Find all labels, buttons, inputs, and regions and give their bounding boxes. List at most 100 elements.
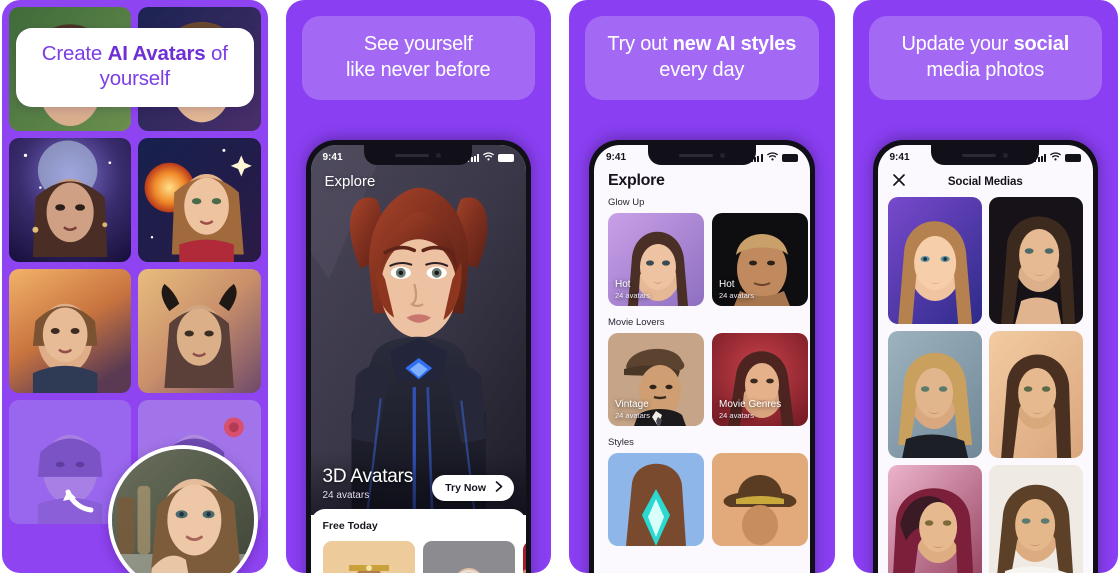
art-portrait-pink-magenta-bg bbox=[887, 465, 982, 573]
avatar-tile[interactable] bbox=[9, 269, 132, 393]
status-time: 9:41 bbox=[322, 152, 343, 163]
card-name: Hot bbox=[615, 279, 631, 290]
sheet-card[interactable] bbox=[422, 541, 515, 573]
section-glow-up: Glow Up Hot 24 avatars Hot 24 avatars bbox=[594, 197, 810, 306]
art-white-hair-grey bbox=[422, 541, 515, 573]
card-meta: Vintage 24 avatars bbox=[615, 399, 650, 420]
headline-part-1: Try out bbox=[607, 33, 673, 55]
status-time: 9:41 bbox=[889, 152, 910, 163]
photo-tile[interactable] bbox=[887, 465, 982, 573]
hero-subtitle: 24 avatars bbox=[322, 490, 370, 501]
avatar-tile[interactable] bbox=[9, 138, 132, 262]
phone-screen: Social Medias 9:41 bbox=[877, 145, 1094, 573]
photo-tile[interactable] bbox=[988, 197, 1083, 324]
earpiece-speaker bbox=[678, 153, 713, 157]
headline-card: Create AI Avatars of yourself bbox=[16, 28, 254, 107]
screen-title: Explore bbox=[608, 172, 665, 189]
headline-line-2: yourself bbox=[99, 67, 170, 91]
wifi-icon bbox=[766, 151, 778, 164]
art-red-clip bbox=[522, 541, 526, 573]
headline-card: See yourself like never before bbox=[301, 16, 535, 100]
card-meta: Hot 24 avatars bbox=[719, 279, 754, 300]
front-camera bbox=[1003, 152, 1009, 158]
curved-up-arrow-icon bbox=[57, 476, 97, 521]
style-card[interactable] bbox=[608, 453, 704, 546]
art-portrait-peach-bg bbox=[988, 331, 1083, 458]
card-count: 24 avatars bbox=[719, 291, 755, 300]
card-name: Hot bbox=[719, 279, 735, 290]
try-now-label: Try Now bbox=[445, 482, 486, 494]
panel-see-yourself: See yourself like never before Explore 3… bbox=[285, 0, 551, 573]
sheet-card[interactable] bbox=[522, 541, 526, 573]
art-blue-fantasy-mask bbox=[608, 453, 704, 546]
style-card[interactable]: Hot 24 avatars bbox=[608, 213, 704, 306]
avatar-art-fire-planet bbox=[138, 138, 261, 262]
earpiece-speaker bbox=[962, 153, 997, 157]
section-styles: Styles bbox=[594, 437, 810, 546]
card-meta: Movie Genres 24 avatars bbox=[719, 399, 781, 420]
headline-text: Try out new AI styles every day bbox=[593, 31, 811, 83]
hero-title: 3D Avatars bbox=[322, 466, 414, 487]
hero-footer: 3D Avatars 24 avatars Try Now bbox=[310, 452, 526, 515]
section-label: Styles bbox=[608, 437, 634, 448]
hero-text-block: 3D Avatars 24 avatars bbox=[323, 466, 414, 501]
avatar-art-moon-fantasy bbox=[9, 138, 132, 262]
headline-text: Update your social media photos bbox=[877, 31, 1095, 83]
headline-text: See yourself like never before bbox=[310, 31, 528, 83]
headline-card: Try out new AI styles every day bbox=[585, 16, 819, 100]
phone-notch bbox=[931, 145, 1040, 165]
style-card[interactable]: Movie Genres 24 avatars bbox=[712, 333, 808, 426]
art-portrait-steel-bg bbox=[887, 331, 982, 458]
card-count: 24 avatars bbox=[615, 411, 651, 420]
art-portrait-blue-violet-bg bbox=[887, 197, 982, 324]
headline-line-2: every day bbox=[659, 59, 745, 81]
battery-icon bbox=[781, 153, 798, 162]
art-portrait-white-bg bbox=[988, 465, 1083, 573]
explore-sections: Glow Up Hot 24 avatars Hot 24 avatars Mo… bbox=[594, 197, 810, 573]
wifi-icon bbox=[483, 151, 494, 164]
nav-title: Social Medias bbox=[947, 176, 1023, 188]
photo-tile[interactable] bbox=[988, 331, 1083, 458]
photo-grid bbox=[878, 197, 1094, 573]
status-icons bbox=[750, 151, 798, 164]
photo-tile[interactable] bbox=[887, 331, 982, 458]
status-icons bbox=[467, 151, 514, 164]
wifi-icon bbox=[1050, 151, 1061, 164]
earpiece-speaker bbox=[395, 153, 430, 157]
headline-part-1: Update your bbox=[901, 33, 1014, 55]
chevron-right-icon bbox=[495, 481, 504, 495]
status-time: 9:41 bbox=[606, 152, 627, 163]
headline-emphasis: AI Avatars bbox=[107, 42, 206, 65]
nav-bar: Social Medias bbox=[878, 167, 1094, 197]
sheet-card[interactable] bbox=[322, 541, 415, 573]
card-count: 24 avatars bbox=[719, 411, 755, 420]
style-card[interactable]: Vintage 24 avatars bbox=[608, 333, 704, 426]
avatar-tile[interactable] bbox=[138, 138, 261, 262]
photo-tile[interactable] bbox=[887, 197, 982, 324]
card-name: Movie Genres bbox=[719, 399, 782, 410]
try-now-button[interactable]: Try Now bbox=[432, 475, 514, 501]
featured-hero-card[interactable]: Explore 3D Avatars 24 avatars Try Now bbox=[310, 145, 526, 515]
phone-mockup: Explore Glow Up Hot 24 avatars Hot 24 av… bbox=[589, 140, 815, 573]
card-count: 24 avatars bbox=[615, 291, 651, 300]
style-card[interactable]: Hot 24 avatars bbox=[712, 213, 808, 306]
panel-new-ai-styles: Try out new AI styles every day Explore G… bbox=[569, 0, 835, 573]
phone-screen: Explore Glow Up Hot 24 avatars Hot 24 av… bbox=[594, 145, 810, 573]
headline-emphasis: new AI styles bbox=[672, 33, 797, 55]
photo-tile[interactable] bbox=[988, 465, 1083, 573]
art-portrait-dark-bg bbox=[988, 197, 1083, 324]
headline-text: Create AI Avatars of yourself bbox=[26, 41, 244, 92]
style-card[interactable] bbox=[712, 453, 808, 546]
sheet-title: Free Today bbox=[322, 520, 378, 532]
headline-line-1: See yourself bbox=[363, 33, 473, 55]
battery-icon bbox=[1065, 153, 1081, 162]
headline-part-2: of bbox=[205, 42, 228, 65]
section-movie-lovers: Movie Lovers Vintage 24 avatars Movie Ge… bbox=[594, 317, 810, 426]
avatar-tile[interactable] bbox=[138, 269, 261, 393]
panel-create-ai-avatars: Create AI Avatars of yourself bbox=[2, 0, 268, 573]
screen-title: Explore bbox=[324, 173, 376, 190]
card-meta: Hot 24 avatars bbox=[615, 279, 650, 300]
phone-screen: Explore 3D Avatars 24 avatars Try Now Fr bbox=[310, 145, 526, 573]
section-card-row: Hot 24 avatars Hot 24 avatars bbox=[594, 213, 810, 306]
card-name: Vintage bbox=[615, 399, 649, 410]
